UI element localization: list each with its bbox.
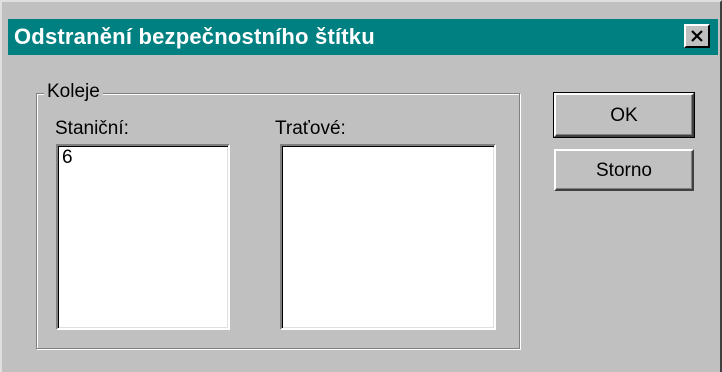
line-tracks-listbox[interactable] bbox=[280, 144, 496, 330]
cancel-button[interactable]: Storno bbox=[554, 149, 694, 191]
title-bar[interactable]: Odstranění bezpečnostního štítku bbox=[8, 19, 718, 55]
group-legend: Koleje bbox=[44, 80, 103, 104]
ok-button[interactable]: OK bbox=[553, 92, 695, 138]
line-tracks-label: Traťové: bbox=[275, 118, 346, 139]
close-icon bbox=[691, 30, 703, 42]
list-item[interactable]: 6 bbox=[58, 146, 228, 170]
dialog-title: Odstranění bezpečnostního štítku bbox=[14, 24, 375, 49]
close-button[interactable] bbox=[684, 24, 710, 48]
station-tracks-label: Staniční: bbox=[55, 118, 129, 139]
station-tracks-listbox[interactable]: 6 bbox=[56, 144, 230, 330]
